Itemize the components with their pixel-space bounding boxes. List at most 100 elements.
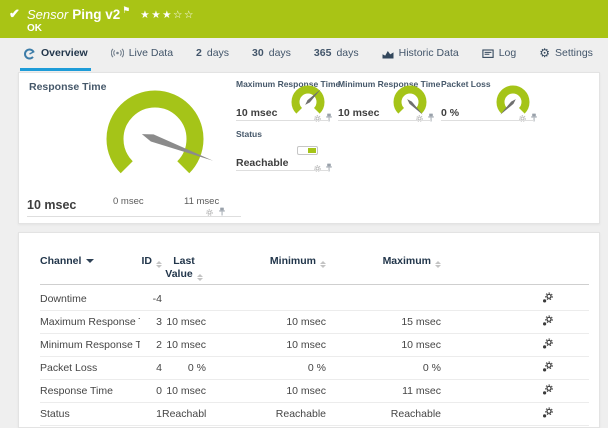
cell-maximum: 15 msec [401, 316, 441, 328]
response-time-gauge[interactable] [90, 79, 220, 199]
column-header-label: Maximum [382, 255, 431, 267]
cell-minimum: 10 msec [286, 385, 326, 397]
gauge-icon [24, 48, 35, 59]
gauge-settings-icon[interactable] [415, 110, 424, 128]
pin-icon[interactable] [325, 110, 333, 128]
tab-number: 2 [196, 47, 202, 59]
tab-2-days[interactable]: 2 days [193, 38, 232, 71]
column-header-last-value[interactable]: Last Value [162, 255, 206, 281]
status-panel-label: Status [236, 129, 262, 139]
channel-settings-icon[interactable] [542, 292, 553, 303]
status-indicator [297, 146, 318, 155]
divider [236, 120, 329, 121]
column-header-id[interactable]: ID [140, 255, 162, 268]
cell-id: 3 [156, 316, 162, 328]
gear-icon: ⚙ [539, 46, 550, 60]
mini-gauge-minimum-response-time[interactable]: Minimum Response Time 10 msec [338, 79, 440, 122]
gauge-settings-icon[interactable] [518, 110, 527, 128]
table-header-row: Channel ID Last Value Minimum Maximum [40, 233, 589, 285]
cell-last-value [162, 288, 206, 310]
gauge-settings-icon[interactable] [313, 110, 322, 128]
table-row: Minimum Response Time 2 10 msec 10 msec … [40, 334, 589, 357]
cell-maximum: 11 msec [402, 385, 441, 397]
mini-gauge-value: 10 msec [236, 107, 278, 119]
cell-last-value: 10 msec [166, 339, 206, 351]
cell-channel: Maximum Response Ti... [40, 316, 140, 328]
cell-last-value: Reachable [162, 408, 206, 420]
tab-label: Historic Data [398, 47, 459, 59]
divider [236, 170, 329, 171]
sort-icon [435, 261, 441, 268]
tab-historic-data[interactable]: Historic Data [379, 38, 462, 71]
column-header-channel[interactable]: Channel [40, 255, 140, 268]
cell-maximum [326, 288, 441, 310]
channel-settings-icon[interactable] [542, 315, 553, 326]
status-check-icon: ✔ [9, 6, 20, 21]
tab-live-data[interactable]: Live Data [108, 38, 176, 71]
cell-maximum: 0 % [422, 362, 441, 374]
column-header-label: ID [141, 255, 153, 267]
table-row: Status 1 Reachable Reachable Reachable [40, 403, 589, 426]
column-header-maximum[interactable]: Maximum [326, 255, 441, 268]
cell-last-value: 0 % [187, 362, 206, 374]
table-row: Maximum Response Ti... 3 10 msec 10 msec… [40, 311, 589, 334]
tab-label: days [336, 47, 359, 59]
sort-desc-icon [86, 259, 95, 263]
pin-icon[interactable] [427, 110, 435, 128]
cell-id: 1 [156, 408, 162, 420]
tab-overview[interactable]: Overview [20, 38, 91, 71]
sensor-title: Ping v2 [72, 7, 121, 22]
tab-log[interactable]: Log [479, 38, 520, 71]
column-header-minimum[interactable]: Minimum [206, 255, 326, 268]
table-row: Packet Loss 4 0 % 0 % 0 % [40, 357, 589, 380]
tab-label: Log [498, 47, 517, 59]
gauge-settings-icon[interactable] [313, 160, 322, 178]
broadcast-icon [110, 48, 124, 58]
divider [27, 216, 241, 217]
sensor-status-badge: OK [27, 23, 42, 34]
primary-gauge-value: 10 msec [27, 198, 77, 212]
cell-last-value: 10 msec [166, 385, 206, 397]
status-channel-panel[interactable]: Status Reachable [236, 129, 332, 172]
column-header-label: Channel [40, 255, 82, 267]
tab-label: Settings [554, 47, 593, 59]
tab-settings[interactable]: ⚙ Settings [536, 38, 596, 71]
cell-channel: Minimum Response Time [40, 339, 140, 351]
cell-minimum: 10 msec [286, 339, 326, 351]
channel-settings-icon[interactable] [542, 361, 553, 372]
log-icon [482, 48, 494, 58]
channel-settings-icon[interactable] [542, 407, 553, 418]
priority-stars[interactable]: ★★★☆☆ [140, 9, 195, 21]
gauge-scale-min: 0 msec [113, 196, 144, 207]
cell-minimum [206, 288, 326, 310]
tab-365-days[interactable]: 365 days [311, 38, 362, 71]
mini-gauge-value: 10 msec [338, 107, 380, 119]
cell-channel: Downtime [40, 293, 87, 305]
cell-minimum: 0 % [307, 362, 326, 374]
cell-id: 0 [156, 385, 162, 397]
pin-icon[interactable] [218, 204, 226, 222]
sensor-title-line: Sensor Ping v2 ⚑ ★★★☆☆ [27, 5, 195, 22]
chart-icon [382, 50, 394, 58]
tab-30-days[interactable]: 30 days [249, 38, 294, 71]
tab-label: days [268, 47, 291, 59]
cell-channel: Status [40, 408, 70, 420]
cell-minimum: 10 msec [286, 316, 326, 328]
cell-channel: Packet Loss [40, 362, 98, 374]
tab-label: days [206, 47, 230, 59]
tab-bar: Overview Live Data 2 days 30 days 365 da… [0, 38, 608, 71]
mini-gauge-packet-loss[interactable]: Packet Loss 0 % [441, 79, 537, 122]
channels-table: Channel ID Last Value Minimum Maximum Do… [18, 232, 600, 428]
pin-icon[interactable] [325, 160, 333, 178]
pin-icon[interactable] [530, 110, 538, 128]
status-panel-value: Reachable [236, 157, 289, 169]
cell-id: -4 [152, 293, 162, 305]
gauge-settings-icon[interactable] [205, 204, 214, 222]
flag-icon[interactable]: ⚑ [122, 5, 130, 15]
channel-settings-icon[interactable] [542, 338, 553, 349]
sensor-header: ✔ Sensor Ping v2 ⚑ ★★★☆☆ OK [0, 0, 608, 38]
tab-label: Live Data [128, 47, 174, 59]
mini-gauge-maximum-response-time[interactable]: Maximum Response Time 10 msec [236, 79, 340, 122]
channel-settings-icon[interactable] [542, 384, 553, 395]
table-row: Downtime -4 [40, 288, 589, 311]
